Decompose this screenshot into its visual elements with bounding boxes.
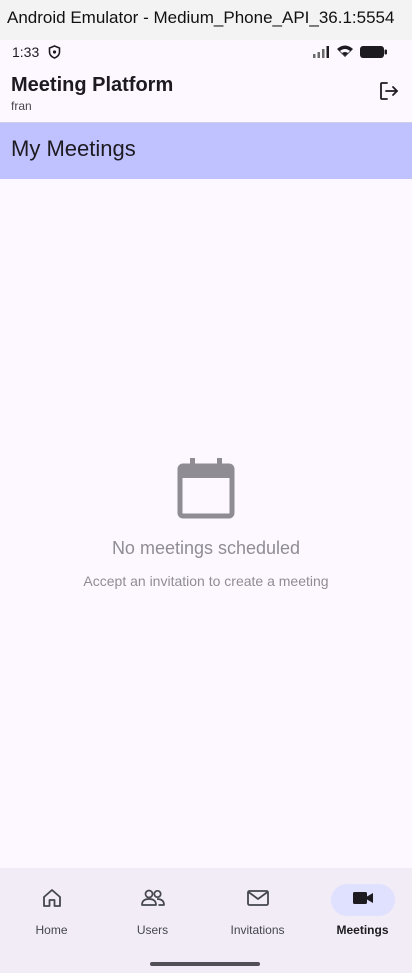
home-icon <box>41 887 63 914</box>
mail-icon <box>246 888 270 913</box>
nav-pill-users <box>121 884 185 916</box>
status-icons <box>312 44 388 61</box>
video-camera-icon <box>352 890 374 911</box>
nav-item-invitations[interactable]: Invitations <box>206 878 309 948</box>
users-icon <box>140 887 166 914</box>
bottom-navigation-bar: Home Users Invitations Meetings <box>0 868 412 973</box>
nav-item-users[interactable]: Users <box>101 878 204 948</box>
nav-pill-meetings-active <box>330 884 395 916</box>
nav-label-invitations: Invitations <box>230 923 285 937</box>
section-header: My Meetings <box>0 122 412 179</box>
battery-icon <box>360 45 388 61</box>
app-title: Meeting Platform <box>11 74 174 96</box>
nav-pill-home <box>20 884 84 916</box>
section-title: My Meetings <box>11 136 136 161</box>
nav-label-home: Home <box>35 923 68 937</box>
nav-label-meetings: Meetings <box>336 923 389 937</box>
wifi-icon <box>336 44 354 61</box>
logout-icon <box>378 80 400 107</box>
status-time: 1:33 <box>12 44 40 60</box>
phone-screen: 1:33 Meeting Platform fran My Meetings N… <box>0 40 412 973</box>
nav-pill-invitations <box>226 884 290 916</box>
emulator-window-title: Android Emulator - Medium_Phone_API_36.1… <box>0 0 412 40</box>
signal-icon <box>312 45 330 61</box>
logout-button[interactable] <box>374 78 404 108</box>
nav-item-home[interactable]: Home <box>0 878 103 948</box>
nav-item-meetings[interactable]: Meetings <box>311 878 412 948</box>
calendar-icon <box>176 456 236 520</box>
status-bar: 1:33 <box>0 40 412 64</box>
shield-icon <box>48 45 61 62</box>
app-bar: Meeting Platform fran <box>0 64 412 122</box>
empty-state: No meetings scheduled Accept an invitati… <box>0 456 412 589</box>
nav-label-users: Users <box>136 923 169 937</box>
gesture-home-indicator[interactable] <box>150 962 260 966</box>
empty-state-subtitle: Accept an invitation to create a meeting <box>83 573 329 589</box>
empty-state-title: No meetings scheduled <box>111 538 301 558</box>
app-subtitle-username: fran <box>11 99 32 113</box>
